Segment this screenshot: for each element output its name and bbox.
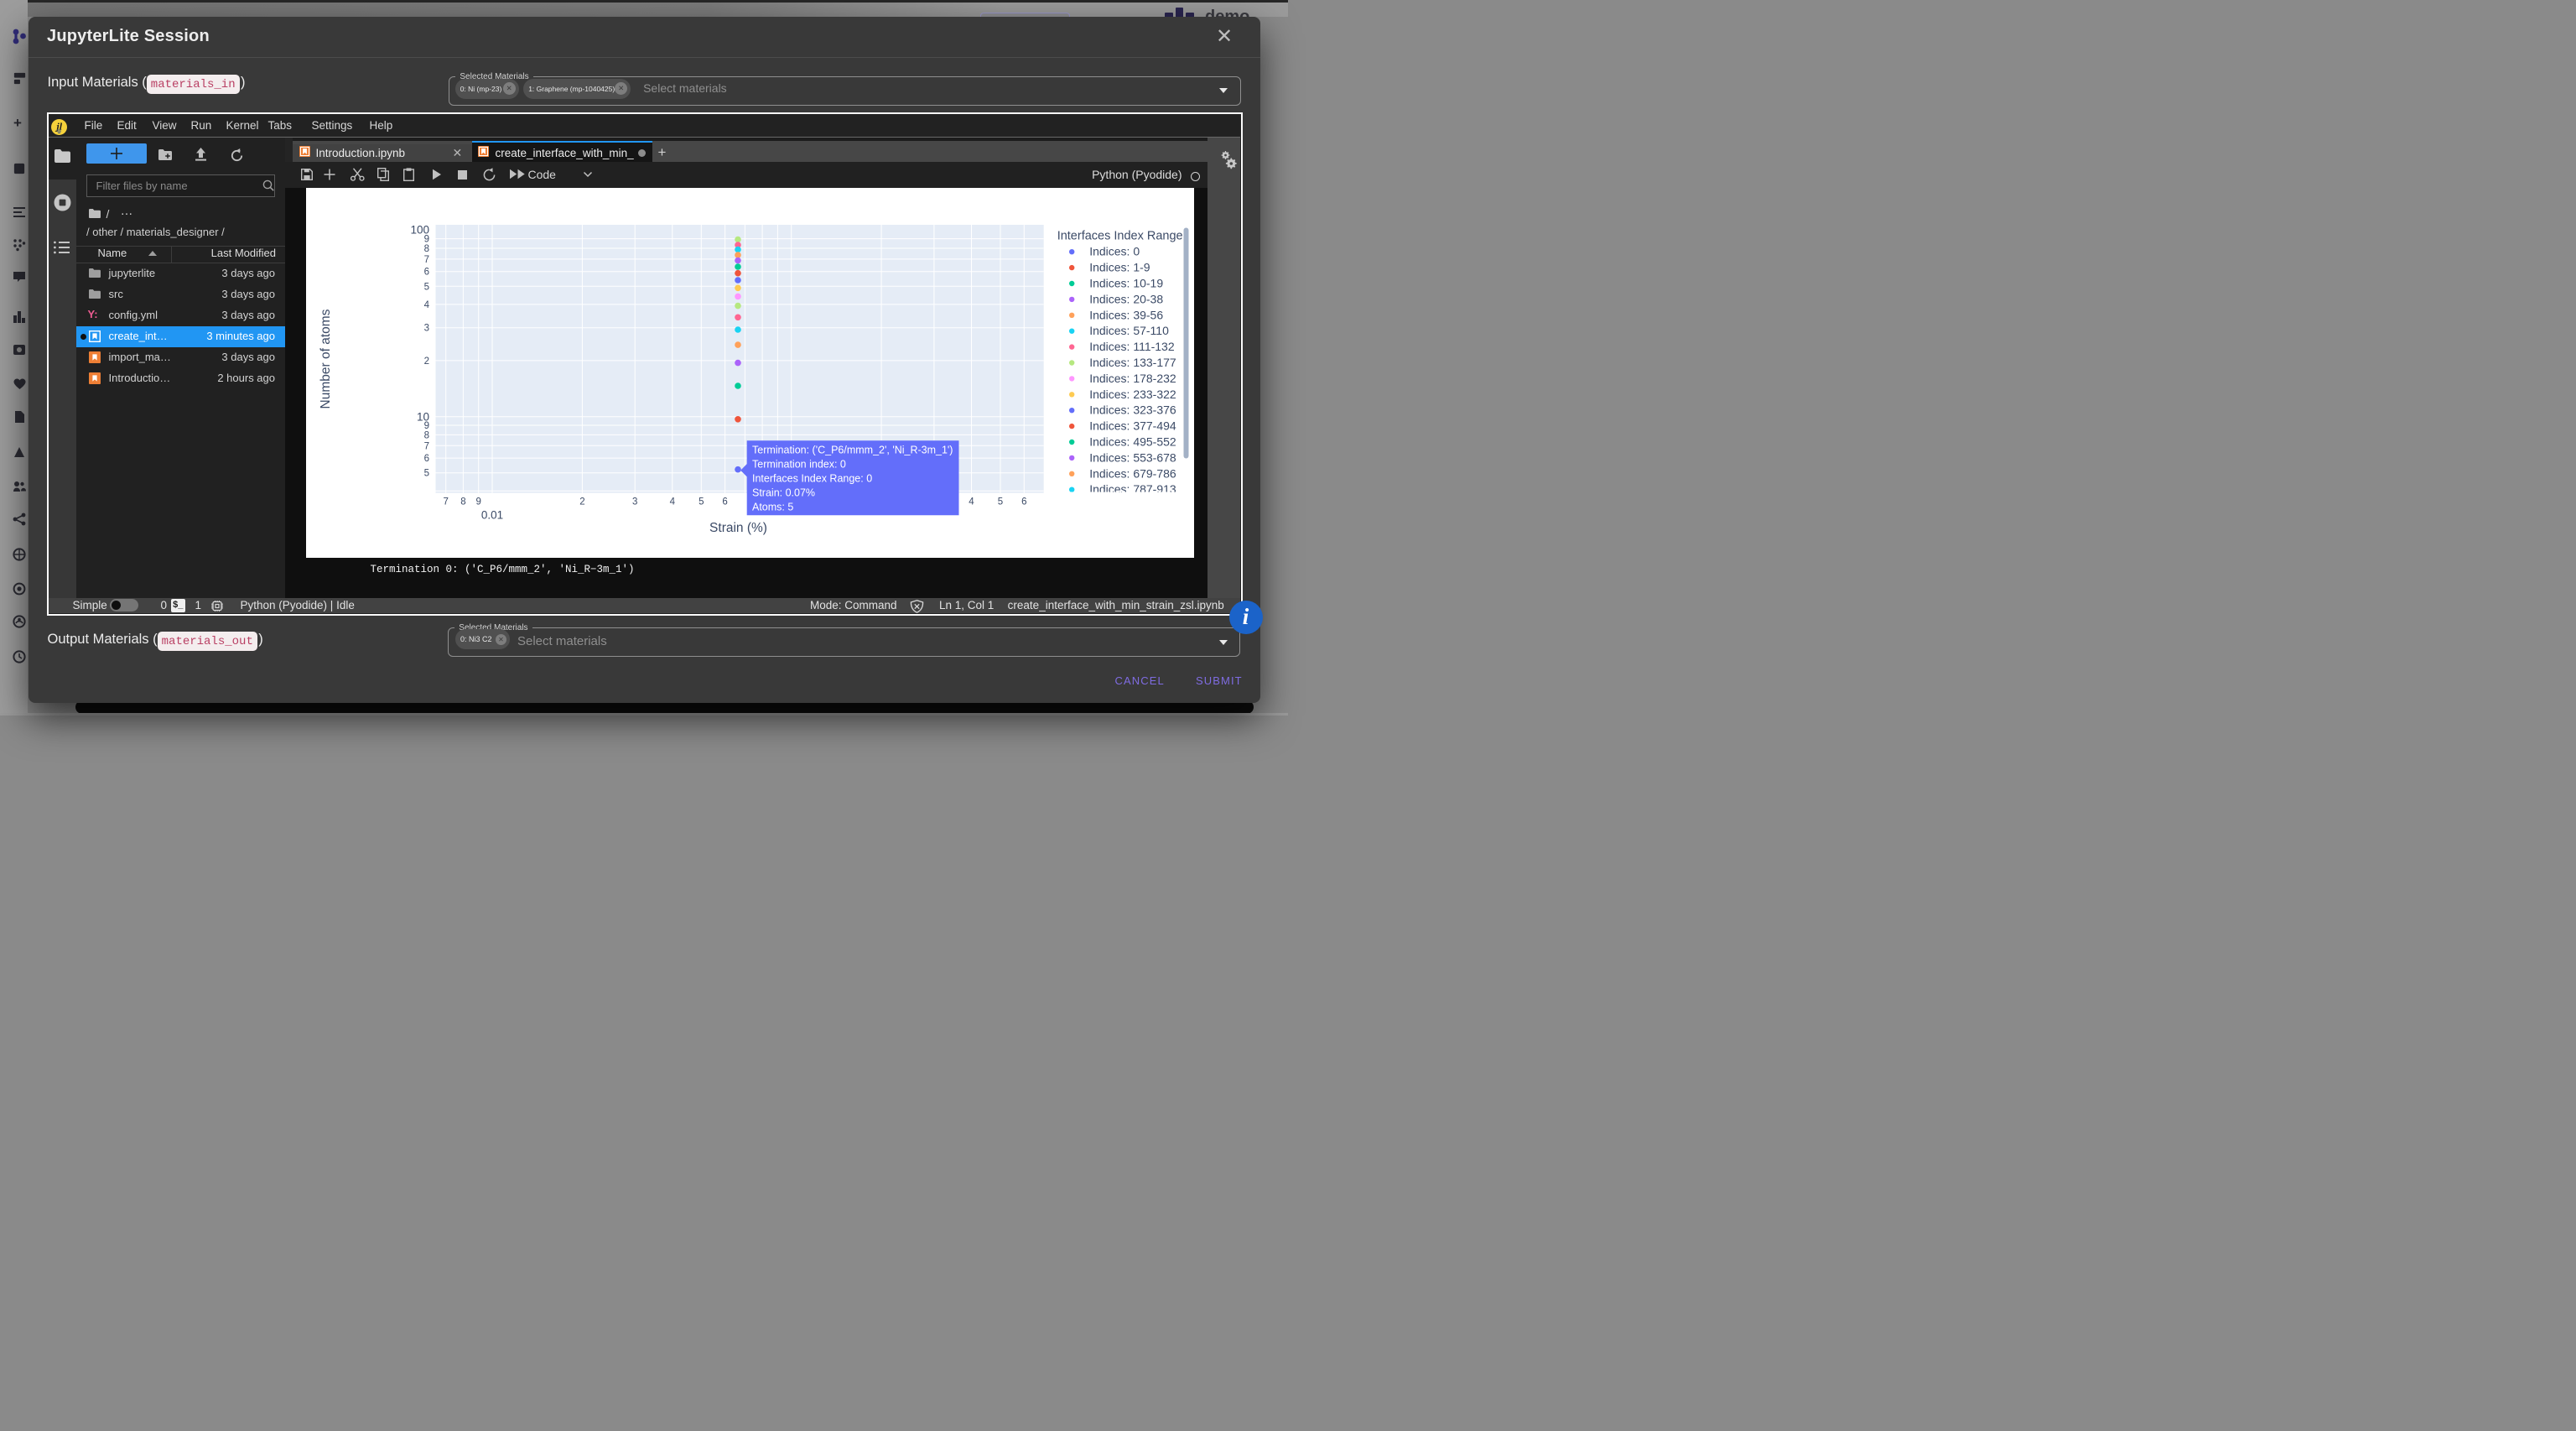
svg-text:Interfaces Index Range: 0: Interfaces Index Range: 0 — [752, 472, 872, 484]
svg-text:Termination: ('C_P6/mmm_2', 'N: Termination: ('C_P6/mmm_2', 'Ni_R-3m_1') — [752, 444, 953, 455]
svg-text:Indices: 495-552: Indices: 495-552 — [1089, 435, 1176, 449]
svg-text:5: 5 — [997, 497, 1002, 507]
svg-text:4: 4 — [669, 497, 675, 507]
svg-text:6: 6 — [1021, 497, 1026, 507]
svg-text:Indices: 10-19: Indices: 10-19 — [1089, 277, 1163, 290]
svg-text:Indices: 133-177: Indices: 133-177 — [1089, 356, 1176, 369]
svg-text:6: 6 — [423, 454, 428, 464]
svg-text:Indices: 679-786: Indices: 679-786 — [1089, 466, 1176, 480]
svg-text:4: 4 — [423, 300, 429, 310]
svg-text:2: 2 — [423, 356, 428, 367]
svg-text:Strain (%): Strain (%) — [709, 521, 767, 535]
svg-text:6: 6 — [423, 268, 428, 278]
svg-text:Number of atoms: Number of atoms — [319, 309, 333, 408]
svg-text:Indices: 57-110: Indices: 57-110 — [1089, 324, 1169, 337]
svg-text:Indices: 111-132: Indices: 111-132 — [1089, 340, 1175, 353]
svg-text:7: 7 — [423, 255, 428, 265]
svg-text:8: 8 — [423, 244, 428, 254]
svg-text:4: 4 — [969, 497, 974, 507]
svg-text:Atoms: 5: Atoms: 5 — [752, 501, 793, 513]
svg-text:3: 3 — [631, 497, 636, 507]
svg-text:8: 8 — [460, 497, 465, 507]
svg-text:7: 7 — [423, 441, 428, 451]
svg-text:Indices: 1-9: Indices: 1-9 — [1089, 261, 1150, 274]
svg-text:Indices: 377-494: Indices: 377-494 — [1089, 419, 1176, 433]
svg-text:Indices: 0: Indices: 0 — [1089, 245, 1140, 258]
svg-text:5: 5 — [423, 282, 428, 292]
svg-text:Termination index: 0: Termination index: 0 — [752, 458, 846, 470]
svg-text:Indices: 323-376: Indices: 323-376 — [1089, 403, 1176, 417]
svg-text:0.01: 0.01 — [480, 509, 502, 522]
svg-text:3: 3 — [423, 324, 428, 334]
svg-text:Indices: 178-232: Indices: 178-232 — [1089, 372, 1176, 385]
svg-text:Indices: 39-56: Indices: 39-56 — [1089, 308, 1163, 321]
svg-text:Indices: 553-678: Indices: 553-678 — [1089, 450, 1176, 464]
svg-text:9: 9 — [475, 497, 480, 507]
svg-text:5: 5 — [699, 497, 704, 507]
svg-text:Indices: 20-38: Indices: 20-38 — [1089, 292, 1163, 305]
svg-text:7: 7 — [443, 497, 448, 507]
svg-text:8: 8 — [423, 430, 428, 440]
svg-text:9: 9 — [423, 421, 428, 431]
svg-text:9: 9 — [423, 235, 428, 245]
svg-text:Strain: 0.07%: Strain: 0.07% — [752, 487, 815, 498]
svg-text:Interfaces Index Range: Interfaces Index Range — [1057, 230, 1182, 243]
svg-text:2: 2 — [579, 497, 584, 507]
svg-text:5: 5 — [423, 469, 428, 479]
svg-text:Indices: 233-322: Indices: 233-322 — [1089, 388, 1176, 401]
svg-text:6: 6 — [722, 497, 727, 507]
